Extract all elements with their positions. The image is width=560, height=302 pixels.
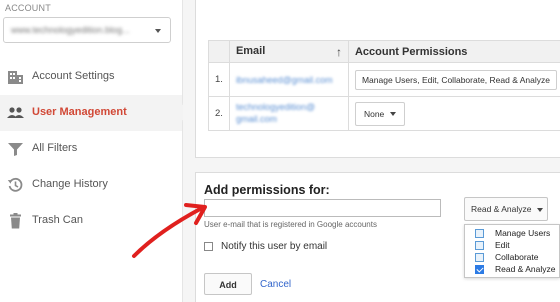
- permissions-cell: None: [347, 96, 560, 131]
- table-row: 2. technologyedition@gmail.com None: [208, 96, 560, 131]
- row-number: 2.: [208, 96, 230, 131]
- email-field[interactable]: [204, 199, 441, 217]
- role-dropdown-value: Read & Analyze: [471, 204, 532, 214]
- account-label: ACCOUNT: [5, 3, 51, 13]
- add-permissions-title: Add permissions for:: [204, 183, 330, 197]
- filter-icon: [8, 143, 23, 156]
- role-dropdown[interactable]: Read & Analyze: [464, 197, 548, 221]
- notify-label: Notify this user by email: [221, 241, 328, 252]
- permissions-table: Email ↑ Account Permissions 1. ibnusahee…: [208, 40, 560, 131]
- trash-icon: [10, 213, 21, 229]
- sidebar-item-all-filters[interactable]: All Filters: [0, 131, 182, 167]
- sidebar-item-label: User Management: [32, 106, 127, 118]
- role-options-menu: Manage Users Edit Collaborate Read & Ana…: [464, 224, 560, 278]
- row-number: 1.: [208, 62, 230, 97]
- permissions-cell: Manage Users, Edit, Collaborate, Read & …: [347, 62, 560, 97]
- permissions-select-value: Manage Users, Edit, Collaborate, Read & …: [361, 74, 550, 85]
- user-email: technologyedition@gmail.com: [235, 102, 316, 124]
- sidebar-item-label: All Filters: [32, 142, 78, 154]
- table-row: 1. ibnusaheed@gmail.com Manage Users, Ed…: [208, 62, 560, 97]
- chevron-down-icon: [390, 112, 397, 117]
- users-icon: [7, 107, 24, 118]
- role-option-edit[interactable]: Edit: [475, 240, 510, 250]
- role-option-checkbox[interactable]: [475, 228, 484, 238]
- column-header-permissions: Account Permissions: [347, 40, 560, 63]
- account-select[interactable]: www.technologyedition.blog...: [3, 17, 171, 43]
- role-option-checkbox[interactable]: [475, 252, 484, 262]
- email-cell: technologyedition@gmail.com: [228, 96, 349, 131]
- role-option-read-analyze[interactable]: Read & Analyze: [475, 264, 555, 274]
- email-help-text: User e-mail that is registered in Google…: [204, 220, 377, 229]
- chevron-down-icon: [155, 29, 161, 33]
- role-option-checkbox[interactable]: [475, 240, 484, 250]
- permissions-select[interactable]: Manage Users, Edit, Collaborate, Read & …: [354, 69, 557, 90]
- sidebar-item-label: Change History: [32, 178, 108, 190]
- sidebar-item-user-management[interactable]: User Management: [0, 95, 182, 131]
- role-option-label: Read & Analyze: [495, 264, 556, 274]
- role-option-checkbox[interactable]: [475, 264, 484, 274]
- sidebar-item-account-settings[interactable]: Account Settings: [0, 59, 182, 95]
- account-select-value: www.technologyedition.blog...: [11, 25, 130, 35]
- email-cell: ibnusaheed@gmail.com: [228, 62, 349, 97]
- column-header-num: [208, 40, 230, 63]
- column-header-email-label: Email: [235, 44, 266, 57]
- role-option-collaborate[interactable]: Collaborate: [475, 252, 538, 262]
- permissions-panel: Email ↑ Account Permissions 1. ibnusahee…: [195, 0, 560, 158]
- sidebar-item-label: Account Settings: [32, 70, 115, 82]
- role-option-label: Manage Users: [495, 228, 551, 238]
- building-icon: [8, 71, 23, 84]
- sort-arrow-up-icon[interactable]: ↑: [336, 45, 342, 59]
- user-email: ibnusaheed@gmail.com: [235, 74, 333, 85]
- chevron-down-icon: [537, 207, 544, 212]
- add-button[interactable]: Add: [204, 273, 252, 295]
- role-option-label: Edit: [495, 240, 510, 250]
- permissions-select-value: None: [363, 108, 385, 119]
- sidebar-item-label: Trash Can: [32, 214, 83, 226]
- history-icon: [7, 177, 23, 192]
- role-option-label: Collaborate: [495, 252, 539, 262]
- role-option-manage-users[interactable]: Manage Users: [475, 228, 550, 238]
- permissions-select[interactable]: None: [354, 101, 406, 126]
- cancel-link[interactable]: Cancel: [260, 279, 291, 290]
- column-header-email[interactable]: Email ↑: [228, 40, 349, 63]
- notify-row[interactable]: Notify this user by email: [204, 241, 327, 252]
- annotation-arrow-icon: [132, 203, 207, 258]
